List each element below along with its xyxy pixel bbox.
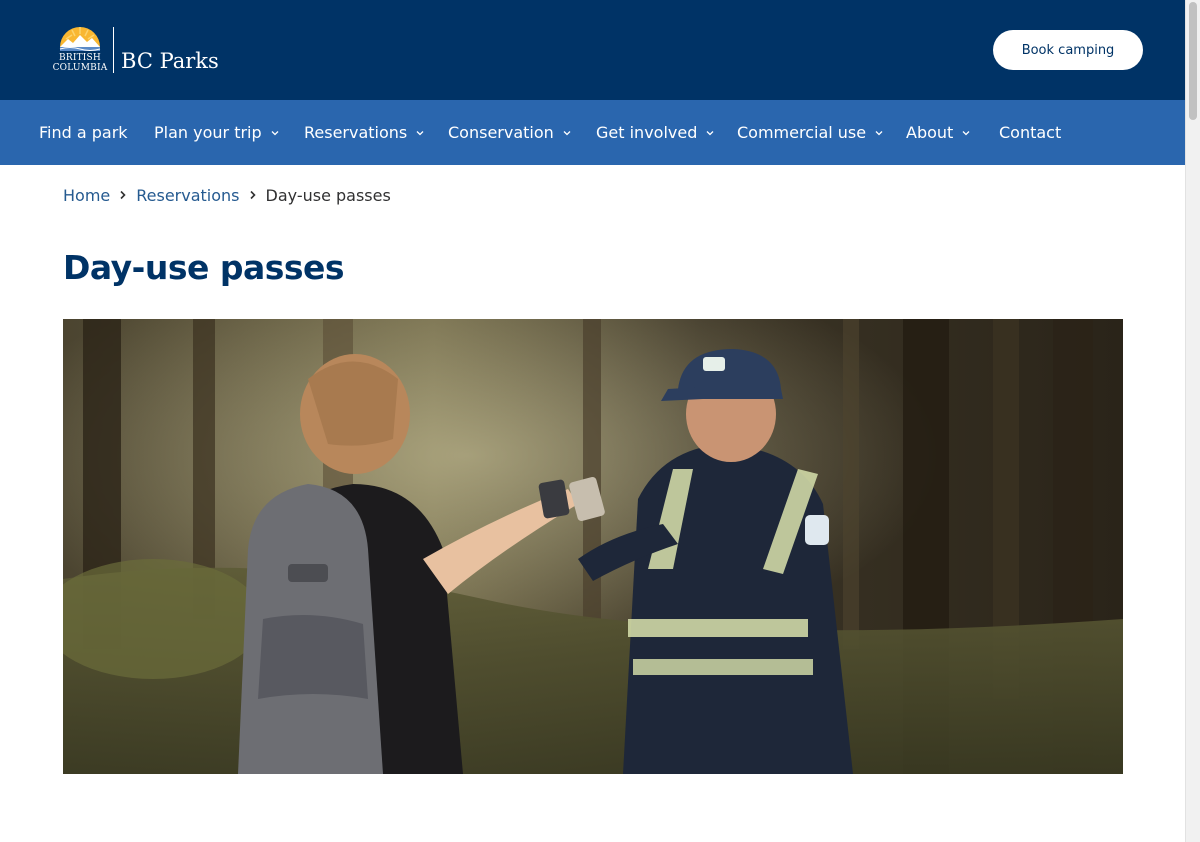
nav-item-about[interactable]: About [906,100,970,165]
nav-item-plan-your-trip[interactable]: Plan your trip [154,100,279,165]
chevron-down-icon [416,129,424,137]
main-nav: Find a park Plan your trip Reservations … [0,100,1185,165]
chevron-down-icon [875,129,883,137]
logo-sub-line2: COLUMBIA [52,63,108,73]
chevron-down-icon [271,129,279,137]
breadcrumb-current: Day-use passes [265,185,391,205]
nav-item-conservation[interactable]: Conservation [448,100,571,165]
sun-mountains-icon [59,27,101,51]
nav-item-contact[interactable]: Contact [999,100,1061,165]
breadcrumb-reservations-link[interactable]: Reservations [136,186,239,205]
nav-item-label: Find a park [39,123,128,142]
nav-item-commercial-use[interactable]: Commercial use [737,100,883,165]
hero-photo-illustration [63,319,1123,774]
nav-item-get-involved[interactable]: Get involved [596,100,714,165]
chevron-right-icon [249,190,257,200]
nav-item-label: Commercial use [737,123,867,142]
logo-name: BC Parks [121,49,219,73]
hero-image [63,319,1123,774]
nav-item-label: Contact [999,123,1062,142]
page-scrollbar[interactable] [1185,0,1200,842]
nav-item-label: Plan your trip [154,123,262,142]
chevron-down-icon [563,129,571,137]
book-camping-button[interactable]: Book camping [993,30,1143,70]
chevron-down-icon [706,129,714,137]
site-header: BRITISH COLUMBIA BC Parks Book camping [0,0,1185,100]
scrollbar-thumb[interactable] [1189,2,1197,120]
chevron-down-icon [962,129,970,137]
logo-sub-line1: BRITISH [59,53,101,63]
nav-item-label: Reservations [304,123,408,142]
nav-item-reservations[interactable]: Reservations [304,100,424,165]
page-title: Day-use passes [63,248,345,287]
logo-divider [113,27,114,73]
nav-item-find-a-park[interactable]: Find a park [39,100,128,165]
breadcrumb-home-link[interactable]: Home [63,186,110,205]
nav-item-label: About [906,123,954,142]
chevron-right-icon [119,190,127,200]
nav-item-label: Conservation [448,123,554,142]
british-columbia-wordmark: BRITISH COLUMBIA [52,53,108,73]
bc-parks-logo[interactable]: BRITISH COLUMBIA BC Parks [52,25,219,77]
nav-item-label: Get involved [596,123,698,142]
breadcrumb: Home Reservations Day-use passes [63,184,391,206]
